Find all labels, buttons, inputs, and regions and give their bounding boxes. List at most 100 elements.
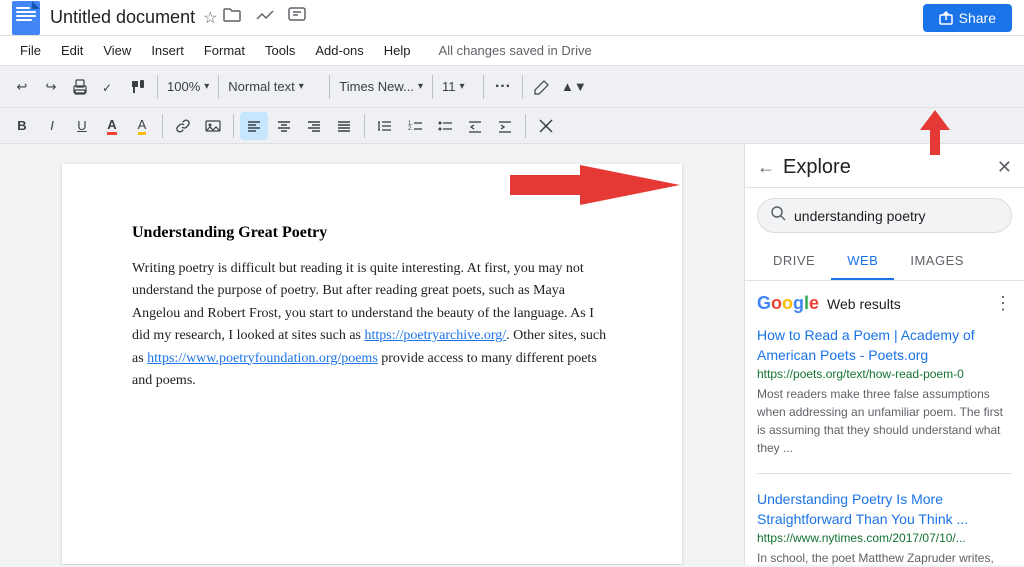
- paint-format-button[interactable]: [124, 73, 152, 101]
- insert-image-button[interactable]: [199, 112, 227, 140]
- document-heading: Understanding Great Poetry: [132, 224, 612, 242]
- web-results-header: Google Web results ⋮: [757, 293, 1012, 314]
- explore-header: ← Explore ✕: [745, 144, 1024, 188]
- menu-file[interactable]: File: [12, 39, 49, 62]
- toolbar-divider-3: [329, 75, 330, 99]
- toolbar-divider-1: [157, 75, 158, 99]
- font-color-button[interactable]: A: [98, 112, 126, 140]
- format-divider-3: [364, 114, 365, 138]
- menu-bar: File Edit View Insert Format Tools Add-o…: [0, 36, 1024, 66]
- result-1-url: https://poets.org/text/how-read-poem-0: [757, 367, 1012, 381]
- italic-button[interactable]: I: [38, 112, 66, 140]
- share-button[interactable]: Share: [923, 4, 1012, 32]
- toolbar-divider-5: [483, 75, 484, 99]
- toolbar-divider-6: [522, 75, 523, 99]
- top-icons: [255, 5, 307, 30]
- explore-close-button[interactable]: ✕: [997, 157, 1012, 178]
- size-caret: ▾: [459, 81, 464, 92]
- more-options-button[interactable]: ···: [489, 73, 517, 101]
- result-1-title[interactable]: How to Read a Poem | Academy of American…: [757, 326, 1012, 365]
- clear-formatting-button[interactable]: [532, 112, 560, 140]
- numbered-list-button[interactable]: 1.2.: [401, 112, 429, 140]
- search-result-1: How to Read a Poem | Academy of American…: [757, 326, 1012, 474]
- undo-button[interactable]: ↩: [8, 73, 36, 101]
- svg-text:2.: 2.: [408, 126, 413, 132]
- explore-back-button[interactable]: ←: [757, 157, 775, 178]
- style-value: Normal text: [228, 79, 294, 94]
- print-button[interactable]: [66, 73, 94, 101]
- explore-panel: ← Explore ✕ DRIVE WEB IMAGES Google Web …: [744, 144, 1024, 565]
- document-area[interactable]: Understanding Great Poetry Writing poetr…: [0, 144, 744, 565]
- web-results-label: Web results: [827, 296, 994, 312]
- zoom-value: 100%: [167, 79, 200, 94]
- result-1-snippet: Most readers make three false assumption…: [757, 385, 1012, 457]
- size-select[interactable]: 11 ▾: [438, 73, 478, 101]
- align-right-button[interactable]: [300, 112, 328, 140]
- explore-tabs: DRIVE WEB IMAGES: [745, 243, 1024, 281]
- menu-help[interactable]: Help: [376, 39, 419, 62]
- bullet-list-button[interactable]: [431, 112, 459, 140]
- link-poetry-foundation[interactable]: https://www.poetryfoundation.org/poems: [147, 351, 378, 366]
- result-2-url: https://www.nytimes.com/2017/07/10/...: [757, 531, 1012, 545]
- document-title[interactable]: Untitled document: [50, 7, 195, 28]
- align-center-button[interactable]: [270, 112, 298, 140]
- format-divider-2: [233, 114, 234, 138]
- size-value: 11: [442, 79, 456, 94]
- main-area: Understanding Great Poetry Writing poetr…: [0, 144, 1024, 565]
- title-bar: Untitled document ☆ Share: [0, 0, 1024, 36]
- link-poetry-archive[interactable]: https://poetryarchive.org/: [365, 328, 507, 343]
- share-label: Share: [959, 10, 996, 26]
- highlight-button[interactable]: A: [128, 112, 156, 140]
- redo-button[interactable]: ↪: [37, 73, 65, 101]
- menu-format[interactable]: Format: [196, 39, 253, 62]
- menu-insert[interactable]: Insert: [143, 39, 192, 62]
- star-icon[interactable]: ☆: [203, 8, 217, 28]
- style-caret: ▾: [299, 81, 304, 92]
- menu-edit[interactable]: Edit: [53, 39, 91, 62]
- zoom-caret: ▾: [204, 81, 209, 92]
- align-left-button[interactable]: [240, 112, 268, 140]
- result-2-title[interactable]: Understanding Poetry Is More Straightfor…: [757, 490, 1012, 529]
- autosave-status: All changes saved in Drive: [439, 43, 592, 58]
- search-icon: [770, 205, 786, 226]
- menu-view[interactable]: View: [95, 39, 139, 62]
- search-result-2: Understanding Poetry Is More Straightfor…: [757, 490, 1012, 565]
- expand-button[interactable]: ▲▼: [557, 73, 591, 101]
- explore-title: Explore: [783, 156, 997, 179]
- underline-button[interactable]: U: [68, 112, 96, 140]
- folder-icon[interactable]: [223, 7, 241, 28]
- svg-text:✓: ✓: [102, 81, 112, 95]
- line-spacing-button[interactable]: [371, 112, 399, 140]
- format-toolbar: B I U A A 1.2.: [0, 108, 1024, 144]
- toolbar-divider-4: [432, 75, 433, 99]
- result-2-snippet: In school, the poet Matthew Zapruder wri…: [757, 549, 1012, 565]
- link-button[interactable]: [169, 112, 197, 140]
- style-select[interactable]: Normal text ▾: [224, 73, 324, 101]
- explore-search-box: [757, 198, 1012, 233]
- zoom-select[interactable]: 100% ▾: [163, 73, 213, 101]
- format-divider-1: [162, 114, 163, 138]
- google-logo: Google: [757, 293, 819, 314]
- document-page: Understanding Great Poetry Writing poetr…: [62, 164, 682, 564]
- more-results-icon[interactable]: ⋮: [994, 293, 1012, 314]
- edit-button[interactable]: [528, 73, 556, 101]
- decrease-indent-button[interactable]: [461, 112, 489, 140]
- justify-button[interactable]: [330, 112, 358, 140]
- docs-icon: [12, 1, 40, 35]
- spellcheck-button[interactable]: ✓: [95, 73, 123, 101]
- tab-drive[interactable]: DRIVE: [757, 243, 831, 280]
- menu-addons[interactable]: Add-ons: [307, 39, 371, 62]
- tab-web[interactable]: WEB: [831, 243, 894, 280]
- toolbar-divider-2: [218, 75, 219, 99]
- bold-button[interactable]: B: [8, 112, 36, 140]
- font-value: Times New...: [339, 79, 414, 94]
- document-body: Writing poetry is difficult but reading …: [132, 258, 612, 392]
- font-caret: ▾: [418, 81, 423, 92]
- tab-images[interactable]: IMAGES: [894, 243, 980, 280]
- font-select[interactable]: Times New... ▾: [335, 73, 427, 101]
- increase-indent-button[interactable]: [491, 112, 519, 140]
- explore-search-input[interactable]: [794, 208, 999, 224]
- menu-tools[interactable]: Tools: [257, 39, 303, 62]
- activity-icon[interactable]: [255, 5, 275, 30]
- comments-icon[interactable]: [287, 5, 307, 30]
